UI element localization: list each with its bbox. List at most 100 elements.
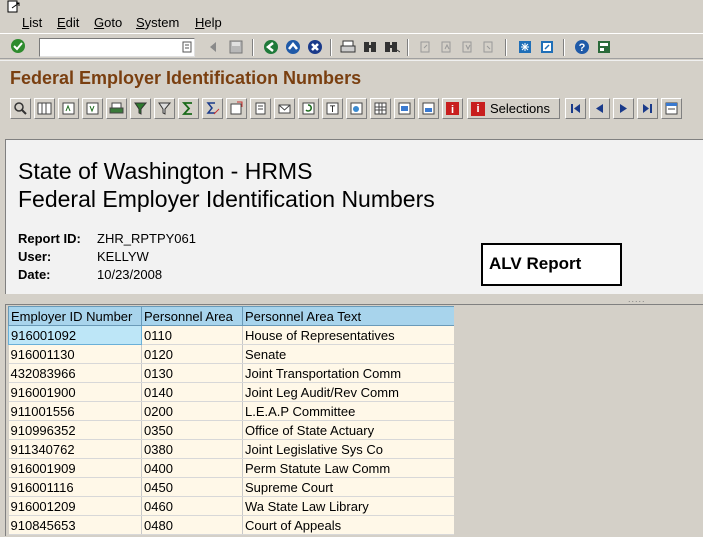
- cell-personnel-area[interactable]: 0140: [141, 382, 243, 402]
- graphic-button[interactable]: [298, 98, 319, 119]
- cell-employer-id[interactable]: 916001130: [8, 344, 142, 364]
- splitter-handle[interactable]: .....: [628, 294, 646, 304]
- table-row[interactable]: 910845653 0480 Court of Appeals: [8, 515, 455, 535]
- cell-personnel-area[interactable]: 0120: [141, 344, 243, 364]
- help-icon[interactable]: ?: [573, 38, 591, 56]
- cell-personnel-area-text[interactable]: Supreme Court: [242, 477, 455, 497]
- cell-personnel-area-text[interactable]: Joint Leg Audit/Rev Comm: [242, 382, 455, 402]
- cell-employer-id[interactable]: 911340762: [8, 439, 142, 459]
- save-icon[interactable]: [227, 38, 245, 56]
- print-preview-button[interactable]: [106, 98, 127, 119]
- cell-personnel-area-text[interactable]: Office of State Actuary: [242, 420, 455, 440]
- cell-employer-id[interactable]: 916001116: [8, 477, 142, 497]
- last-record-button[interactable]: [637, 98, 658, 119]
- find-next-icon[interactable]: [383, 38, 401, 56]
- cell-employer-id[interactable]: 911001556: [8, 401, 142, 421]
- abc-analysis-button[interactable]: [346, 98, 367, 119]
- table-row[interactable]: 916001909 0400 Perm Statute Law Comm: [8, 458, 455, 478]
- print-icon[interactable]: [339, 38, 357, 56]
- cell-personnel-area-text[interactable]: Court of Appeals: [242, 515, 455, 535]
- table-row[interactable]: 432083966 0130 Joint Transportation Comm: [8, 363, 455, 383]
- command-history-icon[interactable]: [178, 38, 196, 56]
- information-button[interactable]: i: [442, 98, 463, 119]
- back-icon[interactable]: [262, 38, 280, 56]
- cell-personnel-area[interactable]: 0480: [141, 515, 243, 535]
- word-processing-button[interactable]: T: [322, 98, 343, 119]
- menu-goto[interactable]: Goto: [94, 15, 122, 30]
- cell-employer-id[interactable]: 916001092: [8, 325, 142, 345]
- table-row[interactable]: 916001130 0120 Senate: [8, 344, 455, 364]
- next-page-icon[interactable]: [459, 38, 477, 56]
- cell-personnel-area-text[interactable]: Joint Legislative Sys Co: [242, 439, 455, 459]
- cell-employer-id[interactable]: 432083966: [8, 363, 142, 383]
- next-record-button[interactable]: [613, 98, 634, 119]
- menu-help[interactable]: Help: [195, 15, 222, 30]
- table-row[interactable]: 911001556 0200 L.E.A.P Committee: [8, 401, 455, 421]
- triangle-left-icon[interactable]: [205, 38, 223, 56]
- first-icon: [571, 104, 580, 113]
- cancel-icon[interactable]: [306, 38, 324, 56]
- filter-button[interactable]: [154, 98, 175, 119]
- cell-personnel-area[interactable]: 0400: [141, 458, 243, 478]
- details-button[interactable]: [10, 98, 31, 119]
- total-button[interactable]: [178, 98, 199, 119]
- last-page-icon[interactable]: [480, 38, 498, 56]
- table-row[interactable]: 916001900 0140 Joint Leg Audit/Rev Comm: [8, 382, 455, 402]
- cell-personnel-area[interactable]: 0350: [141, 420, 243, 440]
- first-record-button[interactable]: [565, 98, 586, 119]
- cell-personnel-area-text[interactable]: Wa State Law Library: [242, 496, 455, 516]
- column-header-employer-id[interactable]: Employer ID Number: [8, 306, 142, 326]
- create-session-icon[interactable]: [516, 38, 534, 56]
- menu-system[interactable]: System: [136, 15, 179, 30]
- column-header-personnel-area[interactable]: Personnel Area: [141, 306, 243, 326]
- sort-ascending-button[interactable]: [58, 98, 79, 119]
- column-header-personnel-area-text[interactable]: Personnel Area Text: [242, 306, 455, 326]
- sort-descending-button[interactable]: [82, 98, 103, 119]
- command-field[interactable]: [39, 38, 195, 57]
- cell-employer-id[interactable]: 916001900: [8, 382, 142, 402]
- exit-icon[interactable]: [284, 38, 302, 56]
- table-header-row: Employer ID Number Personnel Area Person…: [8, 306, 455, 326]
- previous-record-button[interactable]: [589, 98, 610, 119]
- menu-edit[interactable]: Edit: [57, 15, 79, 30]
- table-row[interactable]: 911340762 0380 Joint Legislative Sys Co: [8, 439, 455, 459]
- table-row[interactable]: 910996352 0350 Office of State Actuary: [8, 420, 455, 440]
- table-row[interactable]: 916001092 0110 House of Representatives: [8, 325, 455, 345]
- edit-layout-button[interactable]: [661, 98, 682, 119]
- local-file-button[interactable]: [250, 98, 271, 119]
- cell-personnel-area-text[interactable]: Perm Statute Law Comm: [242, 458, 455, 478]
- mail-button[interactable]: [274, 98, 295, 119]
- cell-personnel-area[interactable]: 0460: [141, 496, 243, 516]
- layout-save-button[interactable]: [418, 98, 439, 119]
- cell-employer-id[interactable]: 910996352: [8, 420, 142, 440]
- cell-personnel-area-text[interactable]: Senate: [242, 344, 455, 364]
- menu-arrow-icon[interactable]: [7, 0, 21, 14]
- cell-personnel-area-text[interactable]: L.E.A.P Committee: [242, 401, 455, 421]
- cell-personnel-area-text[interactable]: Joint Transportation Comm: [242, 363, 455, 383]
- excel-button[interactable]: [394, 98, 415, 119]
- cell-personnel-area[interactable]: 0110: [141, 325, 243, 345]
- first-page-icon[interactable]: [417, 38, 435, 56]
- choose-layout-button[interactable]: [34, 98, 55, 119]
- cell-personnel-area[interactable]: 0130: [141, 363, 243, 383]
- find-icon[interactable]: [361, 38, 379, 56]
- grid-view-button[interactable]: [370, 98, 391, 119]
- export-button[interactable]: [226, 98, 247, 119]
- previous-page-icon[interactable]: [438, 38, 456, 56]
- cell-personnel-area[interactable]: 0450: [141, 477, 243, 497]
- menu-list[interactable]: List: [22, 15, 42, 30]
- cell-employer-id[interactable]: 916001209: [8, 496, 142, 516]
- set-filter-button[interactable]: [130, 98, 151, 119]
- subtotal-button[interactable]: [202, 98, 223, 119]
- cell-employer-id[interactable]: 910845653: [8, 515, 142, 535]
- enter-check-icon[interactable]: [9, 37, 27, 55]
- cell-personnel-area-text[interactable]: House of Representatives: [242, 325, 455, 345]
- cell-personnel-area[interactable]: 0380: [141, 439, 243, 459]
- shortcut-icon[interactable]: [538, 38, 556, 56]
- selections-button[interactable]: i Selections: [467, 98, 560, 119]
- cell-personnel-area[interactable]: 0200: [141, 401, 243, 421]
- layout-menu-icon[interactable]: [595, 38, 613, 56]
- table-row[interactable]: 916001116 0450 Supreme Court: [8, 477, 455, 497]
- table-row[interactable]: 916001209 0460 Wa State Law Library: [8, 496, 455, 516]
- cell-employer-id[interactable]: 916001909: [8, 458, 142, 478]
